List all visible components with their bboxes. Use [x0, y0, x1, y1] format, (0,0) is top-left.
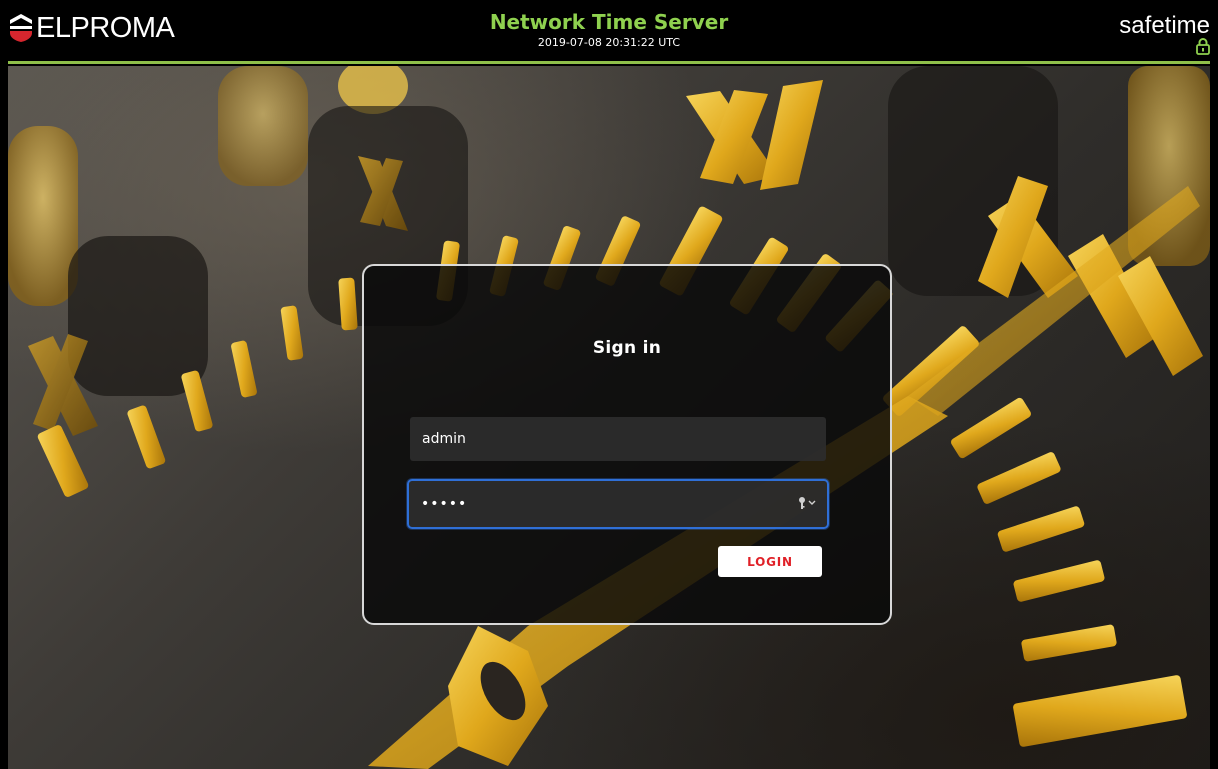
- lock-icon: [1196, 38, 1210, 55]
- password-input[interactable]: [409, 481, 827, 527]
- server-datetime: 2019-07-08 20:31:22 UTC: [537, 36, 681, 49]
- product-logo: safetime: [1119, 12, 1210, 39]
- page-title: Network Time Server: [489, 10, 729, 34]
- login-card: Sign in LOGIN: [362, 264, 892, 625]
- title-block: Network Time Server 2019-07-08 20:31:22 …: [0, 10, 1218, 51]
- username-input[interactable]: [410, 417, 826, 461]
- header-divider: [8, 61, 1210, 64]
- login-button[interactable]: LOGIN: [718, 546, 822, 577]
- key-dropdown-icon[interactable]: [797, 496, 817, 510]
- username-field-wrapper: [410, 417, 826, 461]
- app-root: ELPROMA Network Time Server 2019-07-08 2…: [0, 0, 1218, 769]
- header-bar: ELPROMA Network Time Server 2019-07-08 2…: [0, 0, 1218, 66]
- password-field-wrapper: [407, 479, 829, 529]
- login-title: Sign in: [592, 338, 662, 358]
